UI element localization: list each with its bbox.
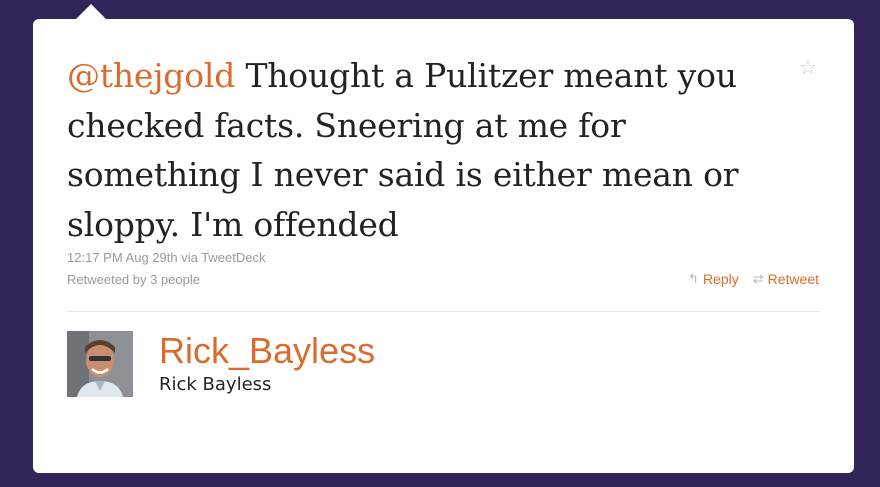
author-fullname: Rick Bayless (159, 374, 272, 395)
retweet-button[interactable]: ⇄ Retweet (753, 271, 819, 287)
reply-button[interactable]: ↰ Reply (688, 271, 739, 287)
favorite-star-icon[interactable]: ☆ (799, 55, 817, 80)
mention-link[interactable]: @thejgold (67, 56, 235, 95)
retweet-label: Retweet (767, 271, 819, 287)
reply-icon: ↰ (688, 271, 699, 286)
card-pointer (76, 4, 106, 19)
tweet-actions: ↰ Reply ⇄ Retweet (688, 271, 819, 287)
retweet-icon: ⇄ (752, 271, 764, 286)
avatar[interactable] (67, 331, 133, 397)
tweet-text: @thejgold Thought a Pulitzer meant you c… (67, 51, 787, 249)
avatar-photo (67, 331, 133, 397)
retweet-count[interactable]: Retweeted by 3 people (67, 272, 200, 287)
author-username[interactable]: Rick_Bayless (159, 330, 375, 372)
reply-label: Reply (702, 271, 739, 287)
tweet-card: ☆ @thejgold Thought a Pulitzer meant you… (33, 19, 854, 473)
divider (67, 311, 820, 312)
tweet-meta: 12:17 PM Aug 29th via TweetDeck (67, 250, 266, 265)
